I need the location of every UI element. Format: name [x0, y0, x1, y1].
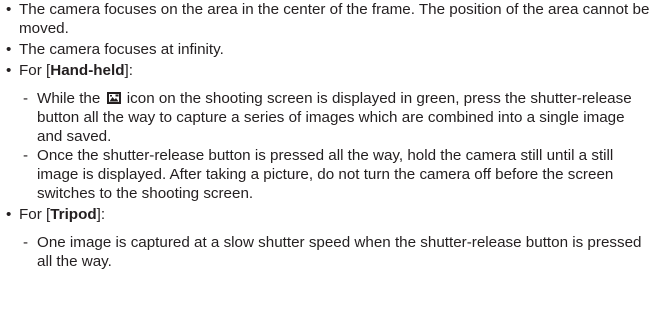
hand-held-mode-icon	[106, 92, 121, 104]
handheld-sub-item-1: - While the icon on the shooting screen …	[0, 89, 651, 146]
bullet-marker: •	[6, 62, 12, 79]
bullet-handheld: • For [Hand-held]:	[0, 61, 651, 80]
tripod-sub-item-1: - One image is captured at a slow shutte…	[0, 233, 651, 271]
handheld-sub1-before: While the	[37, 90, 101, 107]
tripod-suffix: ]:	[96, 206, 106, 223]
focus-infinity-text: The camera focuses at infinity.	[19, 41, 224, 58]
dash-marker: -	[23, 147, 29, 164]
bullet-marker: •	[6, 206, 12, 223]
handheld-sub2-text: Once the shutter-release button is press…	[37, 147, 614, 202]
handheld-suffix: ]:	[124, 62, 133, 79]
bullet-marker: •	[6, 41, 12, 58]
handheld-sub-item-2: - Once the shutter-release button is pre…	[0, 146, 651, 203]
handheld-prefix: For [	[19, 62, 51, 79]
dash-marker: -	[23, 234, 29, 251]
tripod-sub-list: - One image is captured at a slow shutte…	[0, 233, 651, 271]
handheld-mode-name: Hand-held	[50, 62, 125, 79]
focus-area-text: The camera focuses on the area in the ce…	[19, 1, 650, 37]
bullet-marker: •	[6, 1, 12, 18]
tripod-prefix: For [	[19, 206, 51, 223]
tripod-mode-name: Tripod	[50, 206, 97, 223]
document-page: • The camera focuses on the area in the …	[0, 0, 651, 309]
handheld-sub1-after: icon on the shooting screen is displayed…	[37, 90, 632, 145]
tripod-sub1-text: One image is captured at a slow shutter …	[37, 234, 642, 270]
handheld-sub-list: - While the icon on the shooting screen …	[0, 89, 651, 203]
dash-marker: -	[23, 90, 29, 107]
bullet-focus-infinity: • The camera focuses at infinity.	[0, 40, 651, 59]
bullet-focus-area: • The camera focuses on the area in the …	[0, 0, 651, 38]
bullet-tripod: • For [Tripod]:	[0, 205, 651, 224]
